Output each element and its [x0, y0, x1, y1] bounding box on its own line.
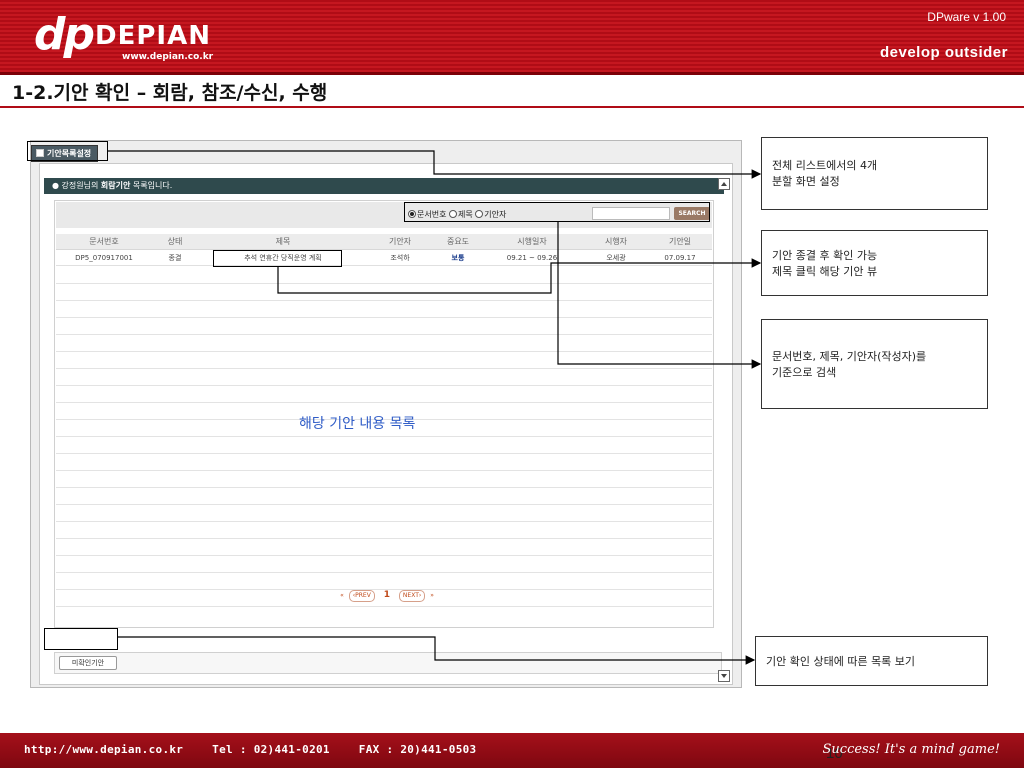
- connector-3: [557, 222, 762, 369]
- connector-2: [277, 258, 762, 294]
- connector-4: [118, 636, 756, 665]
- callout-search: 문서번호, 제목, 기안자(작성자)를 기준으로 검색: [761, 319, 988, 409]
- slide: dp DEPIAN www.depian.co.kr DPware v 1.00…: [0, 0, 1024, 768]
- footer-url: http://www.depian.co.kr: [24, 743, 184, 756]
- callout-4-line-1: 기안 확인 상태에 따른 목록 보기: [766, 655, 916, 668]
- callout-list-split: 전체 리스트에서의 4개 분할 화면 설정: [761, 137, 988, 210]
- footer-fax: FAX : 20)441-0503: [358, 743, 477, 756]
- callout-2-line-2: 제목 클릭 해당 기안 뷰: [772, 265, 878, 278]
- callout-3-line-2: 기준으로 검색: [772, 366, 837, 379]
- callout-status-view: 기안 확인 상태에 따른 목록 보기: [755, 636, 988, 686]
- callout-1-line-2: 분할 화면 설정: [772, 175, 840, 188]
- footer-contacts: http://www.depian.co.kr Tel : 02)441-020…: [24, 743, 498, 757]
- callout-2-line-1: 기안 종결 후 확인 가능: [772, 249, 878, 262]
- callout-3-line-1: 문서번호, 제목, 기안자(작성자)를: [772, 350, 927, 363]
- connector-1: [108, 150, 762, 179]
- footer-slogan: Success! It's a mind game!: [822, 742, 1000, 757]
- callout-1-line-1: 전체 리스트에서의 4개: [772, 159, 878, 172]
- callout-title-view: 기안 종결 후 확인 가능 제목 클릭 해당 기안 뷰: [761, 230, 988, 296]
- footer-tel: Tel : 02)441-0201: [212, 743, 330, 756]
